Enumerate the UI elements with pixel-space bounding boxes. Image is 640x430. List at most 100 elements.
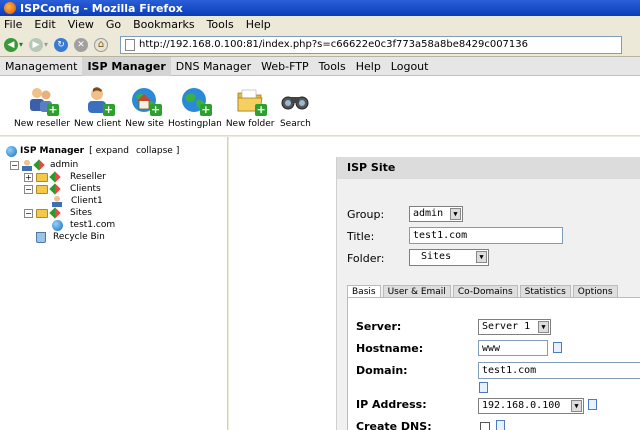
tree-header-title: ISP Manager xyxy=(20,146,85,156)
panel-title: ISP Site xyxy=(337,157,640,179)
domain-label: Domain: xyxy=(356,364,408,377)
url-field[interactable]: http://192.168.0.100:81/index.php?s=c666… xyxy=(120,35,623,54)
app-menu-dns-manager[interactable]: DNS Manager xyxy=(171,57,256,76)
collapse-toggle-icon[interactable]: − xyxy=(24,184,33,194)
globe-icon xyxy=(6,145,17,157)
folder-add-icon: + xyxy=(233,84,268,116)
server-select-value: Server 1 xyxy=(482,321,531,332)
ip-select-value: 192.168.0.100 xyxy=(482,400,561,411)
new-site-label: New site xyxy=(125,119,164,129)
tree-node-label: Clients xyxy=(70,184,101,194)
folder-label: Folder: xyxy=(347,252,385,265)
website-globe-icon xyxy=(52,219,63,231)
new-reseller-button[interactable]: + New reseller xyxy=(14,76,70,129)
back-arrow-icon: ◀ xyxy=(4,37,18,52)
new-client-label: New client xyxy=(74,119,122,129)
window-title: ISPConfig - Mozilla Firefox xyxy=(20,1,183,15)
app-menu-web-ftp[interactable]: Web-FTP xyxy=(256,57,313,76)
hostingplan-button[interactable]: + Hostingplan xyxy=(168,76,222,129)
dropdown-arrow-icon: ▼ xyxy=(476,251,487,263)
menu-view[interactable]: View xyxy=(68,18,94,31)
users-icon xyxy=(22,159,32,171)
ip-address-label: IP Address: xyxy=(356,398,427,411)
edit-icon[interactable] xyxy=(33,159,45,171)
tree-bracket-open: [ xyxy=(89,146,93,156)
forward-dropdown-icon: ▾ xyxy=(44,40,49,49)
hostname-input[interactable]: www xyxy=(478,340,548,356)
forward-arrow-icon: ▶ xyxy=(29,37,44,52)
collapse-toggle-icon[interactable]: − xyxy=(10,160,19,170)
edit-icon[interactable] xyxy=(49,207,61,219)
search-button[interactable]: Search xyxy=(278,76,312,129)
reload-icon[interactable]: ↻ xyxy=(54,37,69,52)
dropdown-arrow-icon: ▼ xyxy=(450,208,461,220)
user-add-icon: + xyxy=(81,84,115,116)
folder-select[interactable]: Sites ▼ xyxy=(409,249,489,266)
hostingplan-label: Hostingplan xyxy=(167,119,222,129)
binoculars-icon xyxy=(278,84,312,116)
group-select-value: admin xyxy=(413,208,444,219)
folder-open-icon xyxy=(36,184,48,194)
domain-input[interactable]: test1.com xyxy=(478,362,640,379)
tree-node-reseller[interactable]: + Reseller xyxy=(6,171,221,183)
server-select[interactable]: Server 1 ▼ xyxy=(478,319,551,335)
browser-menubar: File Edit View Go Bookmarks Tools Help xyxy=(0,16,640,33)
home-icon[interactable]: ⌂ xyxy=(94,37,109,52)
back-dropdown-icon: ▾ xyxy=(19,40,24,49)
collapse-toggle-icon[interactable]: − xyxy=(24,208,33,218)
create-dns-checkbox[interactable] xyxy=(480,422,490,430)
title-label: Title: xyxy=(347,230,375,243)
url-text: http://192.168.0.100:81/index.php?s=c666… xyxy=(139,39,529,50)
site-tree-pane: ISP Manager [ expand collapse ] − admin … xyxy=(0,137,228,430)
users-add-icon: + xyxy=(25,84,59,116)
globe-add-icon: + xyxy=(178,84,212,116)
folder-open-icon xyxy=(36,208,48,218)
document-icon[interactable] xyxy=(553,342,562,353)
new-folder-button[interactable]: + New folder xyxy=(226,76,274,129)
expand-toggle-icon[interactable]: + xyxy=(24,172,33,182)
menu-bookmarks[interactable]: Bookmarks xyxy=(133,18,194,31)
tree-header: ISP Manager [ expand collapse ] xyxy=(6,145,221,157)
new-site-button[interactable]: + New site xyxy=(125,76,164,129)
page-icon xyxy=(125,38,136,51)
menu-file[interactable]: File xyxy=(4,18,22,31)
document-icon[interactable] xyxy=(496,420,505,430)
tree-node-label: admin xyxy=(50,160,79,170)
title-input[interactable]: test1.com xyxy=(409,227,563,244)
app-menu-tools[interactable]: Tools xyxy=(314,57,351,76)
window-titlebar: ISPConfig - Mozilla Firefox xyxy=(0,0,640,16)
dropdown-arrow-icon: ▼ xyxy=(538,321,549,333)
document-icon[interactable] xyxy=(588,399,597,410)
tree-node-recycle-bin[interactable]: Recycle Bin xyxy=(6,231,221,243)
tree-collapse-link[interactable]: collapse xyxy=(136,146,173,156)
app-menu-management[interactable]: Management xyxy=(0,57,82,76)
document-icon[interactable] xyxy=(479,382,488,393)
app-menu-isp-manager[interactable]: ISP Manager xyxy=(82,56,171,76)
menu-tools[interactable]: Tools xyxy=(207,18,234,31)
create-dns-label: Create DNS: xyxy=(356,420,432,430)
menu-help[interactable]: Help xyxy=(246,18,271,31)
stop-icon[interactable]: ✕ xyxy=(74,37,89,52)
folder-icon xyxy=(36,172,48,182)
back-button[interactable]: ◀ ▾ xyxy=(4,37,24,52)
edit-icon[interactable] xyxy=(49,183,61,195)
menu-go[interactable]: Go xyxy=(106,18,121,31)
menu-edit[interactable]: Edit xyxy=(34,18,55,31)
tree-node-test1-com[interactable]: test1.com xyxy=(6,219,221,231)
tree-node-admin[interactable]: − admin xyxy=(6,159,221,171)
forward-button[interactable]: ▶ ▾ xyxy=(29,37,49,52)
user-icon xyxy=(52,195,62,207)
tree-node-clients[interactable]: − Clients xyxy=(6,183,221,195)
edit-icon[interactable] xyxy=(49,171,61,183)
group-select[interactable]: admin ▼ xyxy=(409,206,463,222)
tree-node-sites[interactable]: − Sites xyxy=(6,207,221,219)
tree-node-client1[interactable]: Client1 xyxy=(6,195,221,207)
app-menu-help[interactable]: Help xyxy=(351,57,386,76)
hostname-label: Hostname: xyxy=(356,342,424,355)
recycle-bin-icon xyxy=(36,231,46,243)
dropdown-arrow-icon: ▼ xyxy=(571,400,582,412)
new-client-button[interactable]: + New client xyxy=(74,76,121,129)
ip-address-select[interactable]: 192.168.0.100 ▼ xyxy=(478,398,584,414)
tree-expand-link[interactable]: expand xyxy=(96,146,129,156)
app-menu-logout[interactable]: Logout xyxy=(386,57,434,76)
